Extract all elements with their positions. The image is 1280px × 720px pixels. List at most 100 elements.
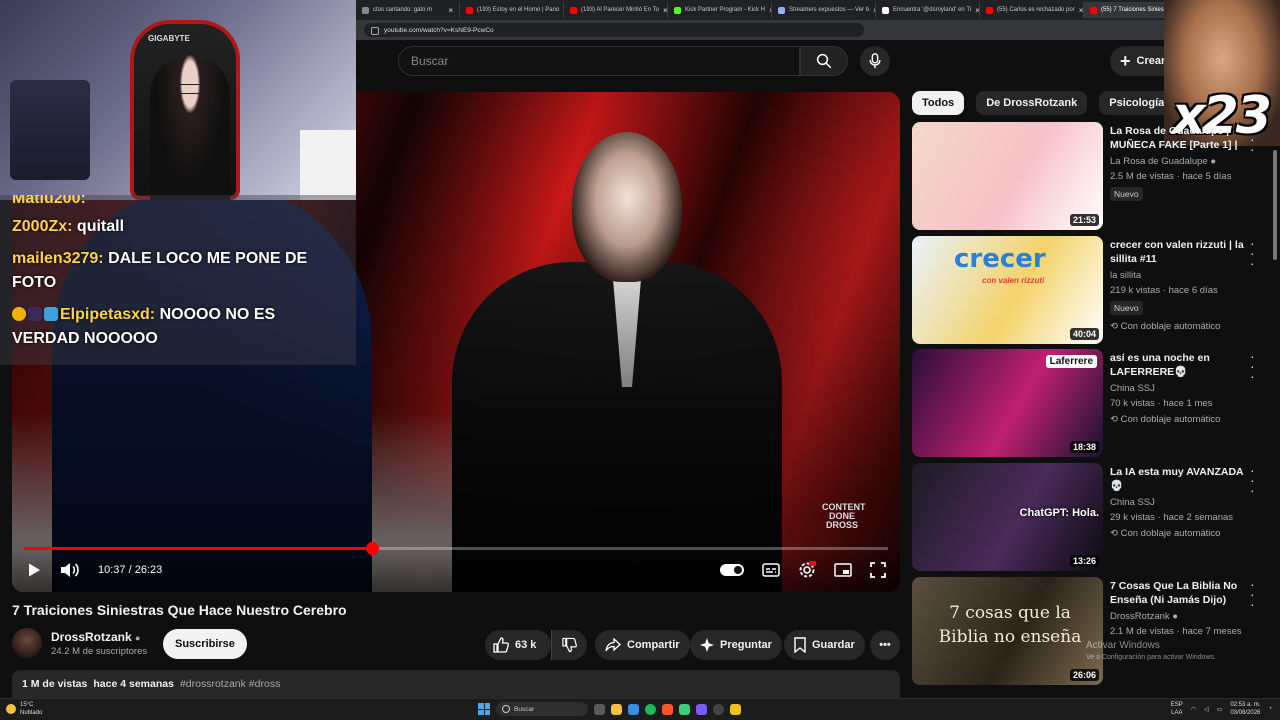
video-thumbnail[interactable]: Laferrere 18:38 xyxy=(912,349,1103,457)
system-tray: ESP LAA ◠ ◁ ▭ 02:53 a. m. 03/08/2026 ◔ xyxy=(1171,701,1272,717)
more-options-icon[interactable]: · · · xyxy=(1250,349,1255,383)
file-explorer-icon[interactable] xyxy=(611,703,622,715)
spotify-icon[interactable] xyxy=(645,703,656,715)
save-button[interactable]: Guardar xyxy=(784,630,865,660)
hashtags[interactable]: #drossrotzank #dross xyxy=(180,678,280,690)
recommended-channel[interactable]: DrossRotzank ● xyxy=(1110,611,1246,622)
weather-widget[interactable]: 15°C Nublado xyxy=(6,701,42,717)
more-actions-button[interactable]: ••• xyxy=(870,630,900,660)
video-thumbnail[interactable]: ChatGPT: Hola. 13:26 xyxy=(912,463,1103,571)
brave-browser-icon[interactable] xyxy=(662,703,673,715)
miniplayer-icon[interactable] xyxy=(834,563,852,577)
weather-desc: Nublado xyxy=(20,710,43,716)
video-duration: 26:06 xyxy=(1069,669,1099,681)
video-thumbnail[interactable]: crecer con valen rizzuti 40:04 xyxy=(912,236,1103,344)
thumbnail-text: ChatGPT: Hola. xyxy=(1019,507,1099,519)
recommended-channel[interactable]: China SSJ xyxy=(1110,497,1246,508)
tab-favicon-icon xyxy=(986,6,993,14)
app-icon[interactable] xyxy=(730,703,741,715)
notification-bell-icon[interactable]: ◔ xyxy=(1268,706,1272,712)
tab-label: (55) 7 Traiciones Siniestra xyxy=(1101,7,1171,13)
recommended-video[interactable]: Laferrere 18:38 así es una noche en LAFERR… xyxy=(912,349,1264,457)
share-button[interactable]: Compartir xyxy=(595,630,690,660)
like-button[interactable]: 63 k xyxy=(485,630,551,660)
video-thumbnail[interactable]: 21:53 xyxy=(912,122,1103,230)
browser-tab[interactable]: Streamers expuestos — Ver b× xyxy=(772,2,876,18)
voice-search-button[interactable] xyxy=(860,46,890,76)
task-view-icon[interactable] xyxy=(594,703,605,715)
dislike-button[interactable] xyxy=(551,630,587,660)
more-options-icon[interactable]: · · · xyxy=(1250,122,1255,156)
tab-close-icon[interactable]: × xyxy=(663,6,667,15)
subscribe-button[interactable]: Suscribirse xyxy=(163,629,247,659)
clock[interactable]: 02:53 a. m. 03/08/2026 xyxy=(1230,701,1260,717)
taskbar-search[interactable]: Buscar xyxy=(496,702,588,716)
more-options-icon[interactable]: · · · xyxy=(1250,236,1255,270)
thumbnail-text: 7 cosas que la Biblia no enseña xyxy=(938,603,1082,647)
recommended-video[interactable]: 7 cosas que la Biblia no enseña 26:06 7 Co… xyxy=(912,577,1264,685)
subtitles-icon[interactable] xyxy=(762,563,780,577)
browser-tab[interactable]: ctos cantando: gato m × xyxy=(356,2,460,18)
video-info: La IA esta muy AVANZADA 💀 China SSJ 29 k v… xyxy=(1110,465,1246,539)
thumbs-up-icon xyxy=(493,637,509,653)
browser-tab[interactable]: (193) Estoy en el Horno | Pano× xyxy=(460,2,564,18)
description-box[interactable]: 1 M de vistas hace 4 semanas #drossrotza… xyxy=(12,670,900,698)
volume-icon[interactable]: ◁ xyxy=(1204,706,1209,713)
fullscreen-icon[interactable] xyxy=(870,562,886,578)
browser-tab[interactable]: (193) Al Parecer Mintió En To × xyxy=(564,2,668,18)
tab-close-icon[interactable]: × xyxy=(1079,6,1083,15)
tab-close-icon[interactable]: × xyxy=(448,6,453,15)
video-info: La Rosa de Guadalupe | MUÑECA FAKE [Part… xyxy=(1110,124,1246,202)
cat-emote-icon xyxy=(28,307,42,321)
recommended-video[interactable]: crecer con valen rizzuti 40:04 crecer con v… xyxy=(912,236,1264,344)
recommended-video[interactable]: ChatGPT: Hola. 13:26 La IA esta muy AVANZA… xyxy=(912,463,1264,571)
recommended-title[interactable]: crecer con valen rizzuti | la sillita #1… xyxy=(1110,238,1246,266)
more-options-icon[interactable]: · · · xyxy=(1250,463,1255,497)
ask-button[interactable]: Preguntar xyxy=(690,630,782,660)
browser-tab[interactable]: Encuentra '@dsroyland' en Ti × xyxy=(876,2,980,18)
bookmark-icon xyxy=(794,637,806,653)
language-indicator[interactable]: ESP LAA xyxy=(1171,701,1183,717)
channel-name[interactable]: DrossRotzank ● xyxy=(51,630,140,644)
recommended-channel[interactable]: La Rosa de Guadalupe ● xyxy=(1110,156,1246,167)
recommended-channel[interactable]: China SSJ xyxy=(1110,383,1246,394)
recommended-video[interactable]: 21:53 La Rosa de Guadalupe | MUÑECA FAKE … xyxy=(912,122,1264,230)
webcam-overlay: GIGABYTE xyxy=(0,0,356,200)
chat-message: mailen3279: DALE LOCO ME PONE DE FOTO xyxy=(12,247,344,295)
filter-chip[interactable]: Todos xyxy=(912,91,965,115)
settings-gear-icon[interactable] xyxy=(798,561,816,579)
wifi-icon[interactable]: ◠ xyxy=(1191,706,1196,713)
search-input[interactable]: Buscar xyxy=(398,46,800,76)
channel-avatar[interactable] xyxy=(12,628,42,658)
thumbnail-text: Laferrere xyxy=(1045,355,1097,368)
stream-chat-overlay: Matiu200: Z000Zx: quitall mailen3279: DA… xyxy=(0,195,356,365)
filter-chips: TodosDe DrossRotzankPsicologíaPe xyxy=(912,91,1164,115)
discord-icon[interactable] xyxy=(696,703,707,715)
page-scrollbar[interactable] xyxy=(1272,40,1278,700)
browser-tab[interactable]: (55) Carlos es rechazado por × xyxy=(980,2,1084,18)
start-windows-icon[interactable] xyxy=(478,703,490,715)
recommended-title[interactable]: 7 Cosas Que La Biblia No Enseña (Ni Jamá… xyxy=(1110,579,1246,607)
filter-chip[interactable]: Psicología xyxy=(1099,91,1164,115)
recommended-title[interactable]: así es una noche en LAFERRERE💀 xyxy=(1110,351,1246,379)
search-button[interactable] xyxy=(800,46,848,76)
recommended-title[interactable]: La IA esta muy AVANZADA 💀 xyxy=(1110,465,1246,493)
cube-emote-icon xyxy=(44,307,58,321)
autoplay-toggle[interactable] xyxy=(720,564,744,576)
filter-chip[interactable]: De DrossRotzank xyxy=(976,91,1088,115)
url-field[interactable]: youtube.com/watch?v=KsNE9-PcwCo xyxy=(364,23,864,37)
app-icon[interactable] xyxy=(679,703,690,715)
volume-icon[interactable] xyxy=(60,562,80,578)
photos-icon[interactable] xyxy=(628,703,639,715)
plus-icon: + xyxy=(1120,51,1131,71)
recommended-title[interactable]: La Rosa de Guadalupe | MUÑECA FAKE [Part… xyxy=(1110,124,1246,152)
browser-tab[interactable]: Kick Partner Program - Kick H× xyxy=(668,2,772,18)
more-options-icon[interactable]: · · · xyxy=(1250,577,1255,611)
chat-username: mailen3279: xyxy=(12,250,104,267)
scrollbar-thumb[interactable] xyxy=(1273,150,1277,260)
play-icon[interactable] xyxy=(26,562,42,578)
battery-icon[interactable]: ▭ xyxy=(1217,706,1223,713)
recommended-channel[interactable]: la sillita xyxy=(1110,270,1246,281)
video-thumbnail[interactable]: 7 cosas que la Biblia no enseña 26:06 xyxy=(912,577,1103,685)
obs-icon[interactable] xyxy=(713,703,724,715)
